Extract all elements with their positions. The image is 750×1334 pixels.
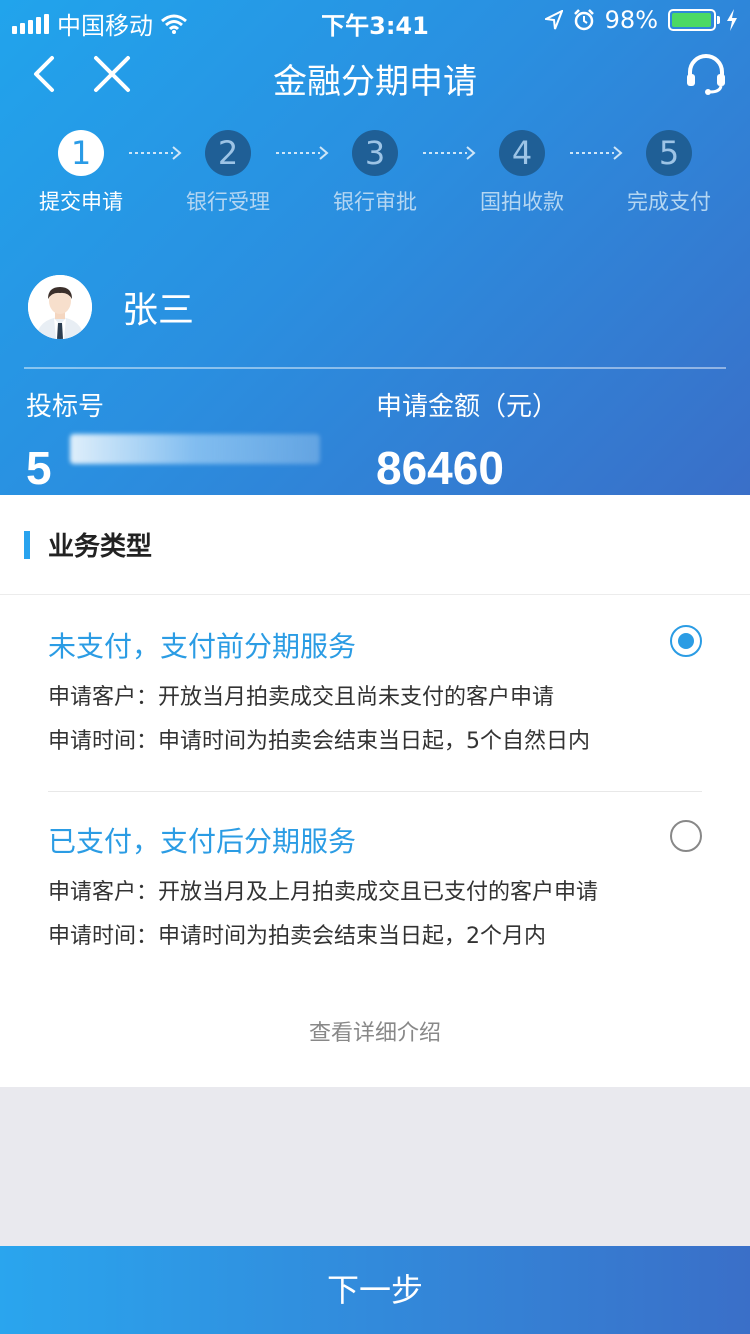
amount-block: 申请金额（元） 86460 (376, 386, 716, 495)
amount-label: 申请金额（元） (376, 392, 559, 422)
step-number: 3 (352, 130, 398, 176)
progress-steps: 1 提交申请 2 银行受理 3 银行审批 4 国拍收款 5 完成支付 (0, 130, 750, 220)
step-number: 2 (205, 130, 251, 176)
status-bar: 中国移动 下午3:41 98% (0, 0, 750, 40)
bid-number-label: 投标号 (26, 392, 105, 422)
step-label: 国拍收款 (480, 190, 564, 214)
battery-percent: 98% (604, 6, 658, 34)
avatar-person-icon (28, 275, 92, 339)
nav-bar: 金融分期申请 (0, 48, 750, 104)
step-label: 提交申请 (39, 190, 123, 214)
redacted-bid-number (70, 434, 320, 464)
step-number: 4 (499, 130, 545, 176)
page-title: 金融分期申请 (273, 62, 477, 102)
step-3: 3 银行审批 (315, 130, 435, 216)
option-time: 申请时间：申请时间为拍卖会结束当日起，2个月内 (48, 924, 546, 949)
option-customer: 申请客户：开放当月拍卖成交且尚未支付的客户申请 (48, 685, 555, 710)
charging-icon (727, 9, 737, 31)
bid-number-block: 投标号 5 (26, 386, 346, 495)
step-4: 4 国拍收款 (462, 130, 582, 216)
location-icon (544, 10, 563, 30)
option-separator (48, 791, 702, 792)
customer-service-icon[interactable] (684, 52, 728, 96)
step-label: 完成支付 (627, 190, 711, 214)
option-paid[interactable]: 已支付，支付后分期服务 申请客户：开放当月及上月拍卖成交且已支付的客户申请 申请… (48, 820, 702, 986)
battery-fill (672, 13, 712, 27)
user-name: 张三 (122, 290, 195, 331)
step-label: 银行受理 (186, 190, 270, 214)
section-accent-bar (24, 530, 30, 559)
option-unpaid[interactable]: 未支付，支付前分期服务 申请客户：开放当月拍卖成交且尚未支付的客户申请 申请时间… (48, 625, 702, 791)
battery-icon (668, 9, 720, 31)
avatar (28, 275, 92, 339)
divider (24, 367, 726, 369)
step-label: 银行审批 (333, 190, 417, 214)
option-title: 已支付，支付后分期服务 (48, 825, 357, 858)
step-5: 5 完成支付 (609, 130, 729, 216)
option-customer: 申请客户：开放当月及上月拍卖成交且已支付的客户申请 (48, 880, 599, 905)
header-panel: 中国移动 下午3:41 98% 金融分期申请 1 提交申请 2 银行受理 3 银… (0, 0, 750, 495)
next-step-button[interactable]: 下一步 (0, 1246, 750, 1334)
option-title: 未支付，支付前分期服务 (48, 630, 357, 663)
amount-value: 86460 (376, 442, 504, 494)
view-details-link[interactable]: 查看详细介绍 (0, 1015, 750, 1047)
option-time: 申请时间：申请时间为拍卖会结束当日起，5个自然日内 (48, 729, 590, 754)
radio-paid[interactable] (670, 820, 702, 852)
step-1: 1 提交申请 (21, 130, 141, 216)
step-number: 5 (646, 130, 692, 176)
step-2: 2 银行受理 (168, 130, 288, 216)
step-number: 1 (58, 130, 104, 176)
alarm-icon (573, 9, 594, 31)
section-title: 业务类型 (48, 532, 153, 562)
business-type-card: 业务类型 未支付，支付前分期服务 申请客户：开放当月拍卖成交且尚未支付的客户申请… (0, 495, 750, 1087)
section-header: 业务类型 (0, 495, 750, 595)
radio-unpaid[interactable] (670, 625, 702, 657)
user-info: 张三 (28, 275, 194, 339)
